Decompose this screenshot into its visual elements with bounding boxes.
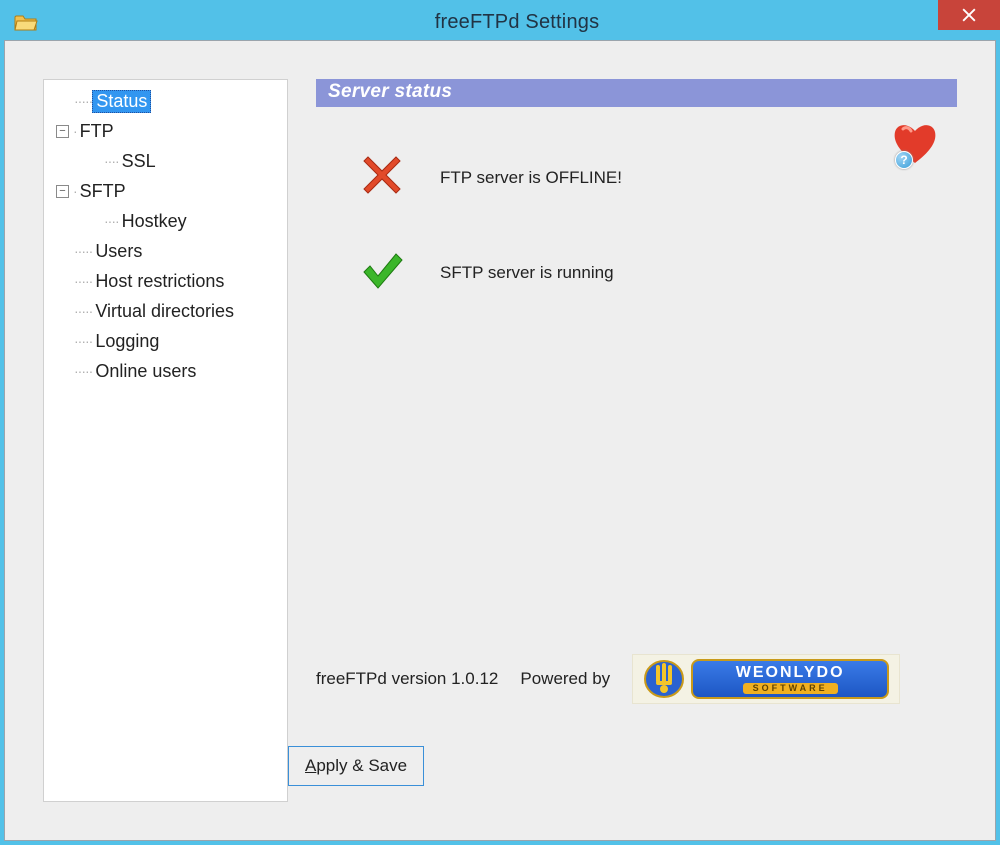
logo-sub-text: SOFTWARE	[743, 683, 838, 694]
help-icon[interactable]: ?	[895, 151, 913, 169]
weonlydo-logo[interactable]: WEONLYDO SOFTWARE	[632, 654, 900, 704]
tree-item-hostkey[interactable]: ···· Hostkey	[48, 206, 283, 236]
cross-icon	[360, 153, 404, 202]
tree-item-logging[interactable]: ····· Logging	[48, 326, 283, 356]
folder-icon	[14, 12, 38, 32]
tree-label: Status	[92, 90, 151, 113]
client-area: ····· Status − · FTP ···· SSL − · SFTP	[4, 40, 996, 841]
titlebar: freeFTPd Settings	[4, 4, 996, 40]
powered-by-text: Powered by	[520, 669, 610, 689]
section-header: Server status	[316, 79, 957, 107]
footer-info: freeFTPd version 1.0.12 Powered by WEONL…	[316, 654, 949, 704]
logo-main-text: WEONLYDO	[736, 665, 845, 681]
tree-label: SSL	[119, 151, 159, 172]
tree-label: Users	[92, 241, 145, 262]
sftp-status-row: SFTP server is running	[360, 248, 957, 297]
tree-item-virtual-directories[interactable]: ····· Virtual directories	[48, 296, 283, 326]
tree-label: Logging	[92, 331, 162, 352]
check-icon	[360, 248, 404, 297]
tree-item-ftp[interactable]: − · FTP	[48, 116, 283, 146]
ftp-status-row: FTP server is OFFLINE!	[360, 153, 957, 202]
tree-item-status[interactable]: ····· Status	[48, 86, 283, 116]
tree-label: SFTP	[77, 181, 129, 202]
version-text: freeFTPd version 1.0.12	[316, 669, 498, 689]
tree-item-sftp[interactable]: − · SFTP	[48, 176, 283, 206]
tree-label: Hostkey	[119, 211, 190, 232]
apply-save-button[interactable]: Apply & Save	[288, 746, 424, 786]
tree-item-online-users[interactable]: ····· Online users	[48, 356, 283, 386]
nav-tree: ····· Status − · FTP ···· SSL − · SFTP	[43, 79, 288, 802]
sftp-status-text: SFTP server is running	[440, 263, 614, 283]
ftp-status-text: FTP server is OFFLINE!	[440, 168, 622, 188]
window-title: freeFTPd Settings	[38, 11, 996, 34]
app-window: freeFTPd Settings ····· Status − · FTP ·…	[0, 0, 1000, 845]
tree-label: Host restrictions	[92, 271, 227, 292]
tree-label: FTP	[77, 121, 117, 142]
content-panel: Server status ? FTP server is OFFLINE!	[288, 79, 957, 802]
tree-item-users[interactable]: ····· Users	[48, 236, 283, 266]
close-button[interactable]	[938, 0, 1000, 30]
tree-item-host-restrictions[interactable]: ····· Host restrictions	[48, 266, 283, 296]
tree-label: Virtual directories	[92, 301, 237, 322]
collapse-icon[interactable]: −	[56, 185, 69, 198]
collapse-icon[interactable]: −	[56, 125, 69, 138]
tree-item-ssl[interactable]: ···· SSL	[48, 146, 283, 176]
tree-label: Online users	[92, 361, 199, 382]
